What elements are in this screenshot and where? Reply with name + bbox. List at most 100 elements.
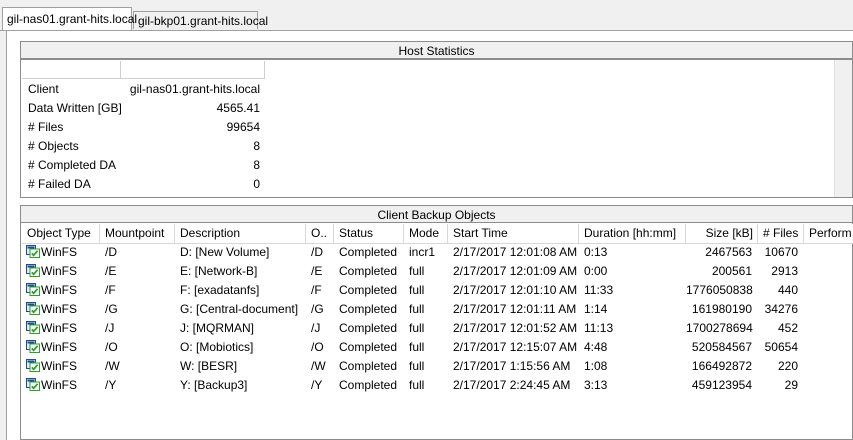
backup-object-row[interactable]: WinFS/J J: [MQRMAN] /J Completed full 2/17/20… (22, 319, 853, 338)
tab-gil-bkp01[interactable]: gil-bkp01.grant-hits.local (133, 11, 268, 29)
host-stat-label: # Completed DA (28, 158, 117, 172)
cell-description: F: [exadatanfs] (180, 283, 260, 297)
column-header-files[interactable]: # Files (758, 224, 804, 243)
host-stats-column-header[interactable] (22, 61, 121, 78)
winfs-object-icon (26, 340, 40, 353)
cell-duration: 0:00 (584, 264, 608, 278)
cell-mode: full (409, 378, 425, 392)
host-stat-label: Client (28, 82, 59, 96)
cell-object-type: WinFS (22, 319, 100, 338)
winfs-object-icon (26, 283, 40, 296)
cell-object-type: WinFS (22, 376, 100, 395)
host-stat-row: # Failed DA 0 (22, 175, 272, 194)
object-type-label: WinFS (41, 245, 77, 259)
winfs-object-icon (26, 245, 40, 258)
column-header-o[interactable]: O.. (306, 224, 334, 243)
backup-object-row[interactable]: WinFS/O O: [Mobiotics] /O Completed full 2/17… (22, 338, 853, 357)
cell-start-time: 2/17/2017 1:15:56 AM (453, 359, 571, 373)
host-stat-value: 4565.41 (216, 101, 260, 115)
cell-o: /J (311, 321, 321, 335)
cell-duration: 0:13 (584, 245, 608, 259)
cell-description: W: [BESR] (180, 359, 238, 373)
object-type-label: WinFS (41, 378, 77, 392)
host-stat-row: # Files 99654 (22, 118, 272, 137)
backup-object-row[interactable]: WinFS/F F: [exadatanfs] /F Completed full 2/1… (22, 281, 853, 300)
object-type-label: WinFS (41, 321, 77, 335)
cell-description: Y: [Backup3] (180, 378, 248, 392)
winfs-object-icon (26, 359, 40, 372)
cell-description: G: [Central-document] (180, 302, 299, 316)
cell-object-type: WinFS (22, 300, 100, 319)
host-statistics-column-headers (22, 61, 265, 79)
column-header-description[interactable]: Description (175, 224, 306, 243)
cell-duration: 4:48 (584, 340, 608, 354)
object-type-label: WinFS (41, 302, 77, 316)
host-stats-column-header[interactable] (121, 61, 265, 78)
object-type-label: WinFS (41, 340, 77, 354)
cell-mode: full (409, 302, 425, 316)
column-header-mountpoint[interactable]: Mountpoint (100, 224, 175, 243)
backup-objects-header: Object Type Mountpoint Description O.. S… (22, 224, 853, 244)
cell-o: /D (311, 245, 323, 259)
cell-start-time: 2/17/2017 12:01:08 AM (453, 245, 578, 259)
cell-mountpoint: /G (105, 302, 118, 316)
cell-status: Completed (339, 321, 398, 335)
cell-mode: full (409, 264, 425, 278)
cell-status: Completed (339, 340, 398, 354)
cell-object-type: WinFS (22, 281, 100, 300)
column-header-size[interactable]: Size [kB] (686, 224, 758, 243)
host-statistics-scrollbar[interactable] (834, 60, 852, 197)
cell-start-time: 2/17/2017 12:15:07 AM (453, 340, 578, 354)
column-header-object-type[interactable]: Object Type (22, 224, 100, 243)
cell-mountpoint: /D (105, 245, 117, 259)
backup-object-row[interactable]: WinFS/E E: [Network-B] /E Completed full 2/17… (22, 262, 853, 281)
cell-start-time: 2/17/2017 12:01:10 AM (453, 283, 578, 297)
cell-mode: full (409, 359, 425, 373)
cell-duration: 3:13 (584, 378, 608, 392)
cell-size: 459123954 (691, 378, 752, 392)
host-statistics-title: Host Statistics (20, 41, 853, 59)
cell-status: Completed (339, 302, 398, 316)
column-header-performance[interactable]: Perform (804, 224, 853, 243)
cell-object-type: WinFS (22, 262, 100, 281)
cell-files: 2913 (771, 264, 798, 278)
cell-files: 440 (777, 283, 798, 297)
cell-description: O: [Mobiotics] (180, 340, 254, 354)
tab-strip: gil-nas01.grant-hits.local gil-bkp01.gra… (0, 0, 853, 31)
winfs-object-icon (26, 302, 40, 315)
object-type-label: WinFS (41, 264, 77, 278)
cell-start-time: 2/17/2017 12:01:52 AM (453, 321, 578, 335)
host-stat-row: # Objects 8 (22, 137, 272, 156)
cell-status: Completed (339, 359, 398, 373)
cell-o: /W (311, 359, 326, 373)
cell-o: /Y (311, 378, 323, 392)
cell-files: 50654 (764, 340, 798, 354)
column-header-status[interactable]: Status (334, 224, 404, 243)
cell-o: /O (311, 340, 324, 354)
host-stat-label: # Objects (28, 139, 79, 153)
backup-object-row[interactable]: WinFS/G G: [Central-document] /G Completed f… (22, 300, 853, 319)
cell-status: Completed (339, 245, 398, 259)
column-header-start-time[interactable]: Start Time (448, 224, 579, 243)
cell-object-type: WinFS (22, 357, 100, 376)
host-stat-label: Data Written [GB] (28, 101, 122, 115)
host-stat-label: # Files (28, 120, 64, 134)
cell-size: 200561 (711, 264, 752, 278)
cell-duration: 1:14 (584, 302, 608, 316)
cell-mode: full (409, 321, 425, 335)
host-stat-row: Data Written [GB] 4565.41 (22, 99, 272, 118)
column-header-duration[interactable]: Duration [hh:mm] (579, 224, 686, 243)
cell-size: 166492872 (691, 359, 752, 373)
cell-mode: full (409, 283, 425, 297)
cell-mode: full (409, 340, 425, 354)
tab-gil-nas01[interactable]: gil-nas01.grant-hits.local (2, 7, 137, 30)
cell-duration: 11:13 (584, 321, 614, 335)
cell-description: D: [New Volume] (180, 245, 270, 259)
backup-object-row[interactable]: WinFS/Y Y: [Backup3] /Y Completed full 2/17/2… (22, 376, 853, 395)
cell-mode: incr1 (409, 245, 436, 259)
cell-duration: 11:33 (584, 283, 614, 297)
backup-object-row[interactable]: WinFS/W W: [BESR] /W Completed full 2/17/2017… (22, 357, 853, 376)
column-header-mode[interactable]: Mode (404, 224, 448, 243)
backup-object-row[interactable]: WinFS/D D: [New Volume] /D Completed incr1 2/… (22, 243, 853, 262)
cell-start-time: 2/17/2017 12:01:09 AM (453, 264, 578, 278)
